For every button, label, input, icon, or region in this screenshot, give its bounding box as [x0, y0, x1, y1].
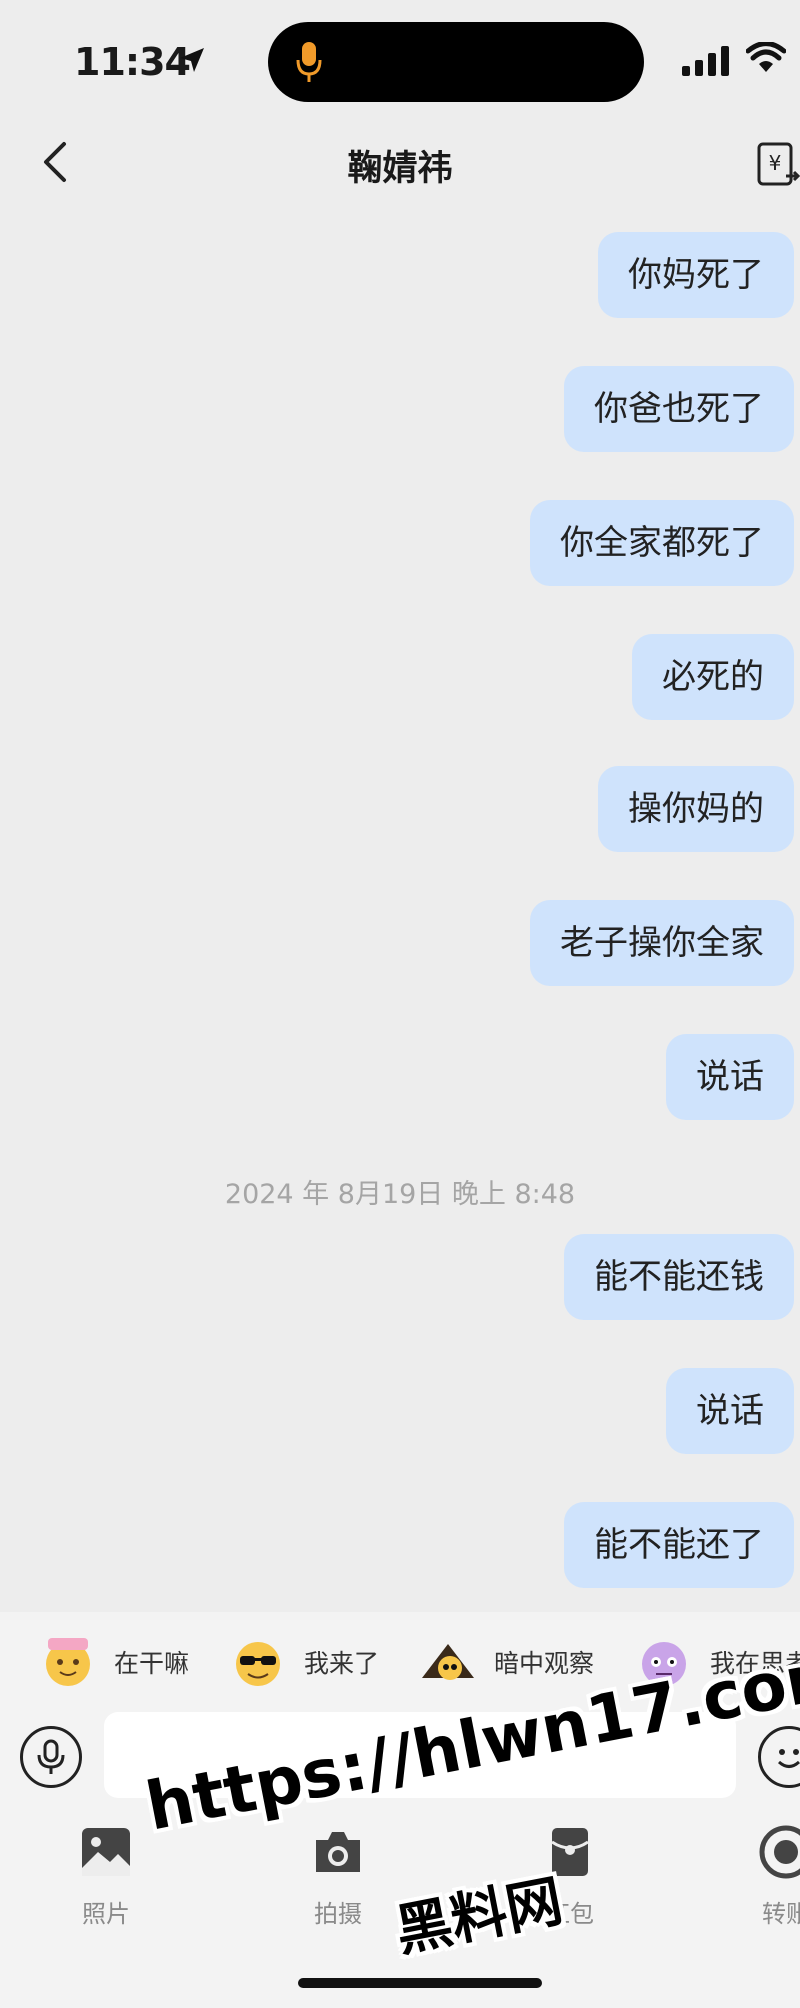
location-arrow-icon [180, 48, 204, 72]
photo-icon [82, 1828, 130, 1876]
message-bubble[interactable]: 老子操你全家 [530, 900, 794, 986]
money-transfer-icon[interactable]: ¥ [756, 138, 800, 190]
quick-reply-chip[interactable]: 我在思考 [636, 1622, 800, 1702]
smiley-icon [777, 1749, 800, 1768]
microphone-icon [37, 1739, 65, 1774]
message-bubble[interactable]: 你爸也死了 [564, 366, 794, 452]
voice-input-button[interactable] [20, 1726, 82, 1788]
message-bubble[interactable]: 操你妈的 [598, 766, 794, 852]
chat-title: 鞠婧祎 [347, 149, 453, 189]
peeking-emoji-sticker-icon [422, 1644, 474, 1680]
message-timestamp: 2024 年 8月19日 晚上 8:48 [224, 1179, 576, 1210]
wifi-icon [746, 42, 786, 72]
status-time: 11:34 [74, 40, 191, 84]
red-packet-icon [551, 1828, 589, 1876]
svg-text:¥: ¥ [769, 151, 782, 175]
photo-button[interactable]: 照片 [46, 1824, 166, 1929]
message-bubble[interactable]: 说话 [666, 1368, 794, 1454]
message-bubble[interactable]: 你妈死了 [598, 232, 794, 318]
dynamic-island [268, 22, 644, 102]
thinking-emoji-sticker-icon [642, 1642, 686, 1686]
quick-reply-chip[interactable]: 在干嘛 [40, 1622, 189, 1702]
message-bubble[interactable]: 必死的 [632, 634, 794, 720]
camera-icon [316, 1832, 360, 1872]
quick-reply-chip[interactable]: 暗中观察 [420, 1622, 594, 1702]
transfer-button[interactable]: 转账 [726, 1824, 800, 1929]
quick-reply-chip[interactable]: 我来了 [230, 1622, 379, 1702]
chat-header: 鞠婧祎 ¥ [0, 120, 800, 208]
status-bar: 11:34 [0, 0, 800, 120]
waving-emoji-sticker-icon [46, 1638, 90, 1686]
transfer-icon [759, 1825, 800, 1879]
sunglasses-emoji-sticker-icon [236, 1642, 280, 1686]
message-bubble[interactable]: 你全家都死了 [530, 500, 794, 586]
message-bubble[interactable]: 能不能还钱 [564, 1234, 794, 1320]
message-bubble[interactable]: 能不能还了 [564, 1502, 794, 1588]
message-input-bar [0, 1712, 800, 1814]
quick-reply-bar: 在干嘛 我来了 暗中观察 我在思考 [0, 1612, 800, 1712]
message-bubble[interactable]: 说话 [666, 1034, 794, 1120]
red-packet-button[interactable]: 红包 [510, 1824, 630, 1929]
cellular-signal-icon [682, 46, 729, 76]
home-indicator[interactable] [298, 1978, 542, 1988]
message-input[interactable] [104, 1712, 736, 1798]
microphone-indicator-icon [296, 42, 322, 82]
camera-button[interactable]: 拍摄 [278, 1824, 398, 1929]
emoji-button[interactable] [758, 1726, 800, 1788]
